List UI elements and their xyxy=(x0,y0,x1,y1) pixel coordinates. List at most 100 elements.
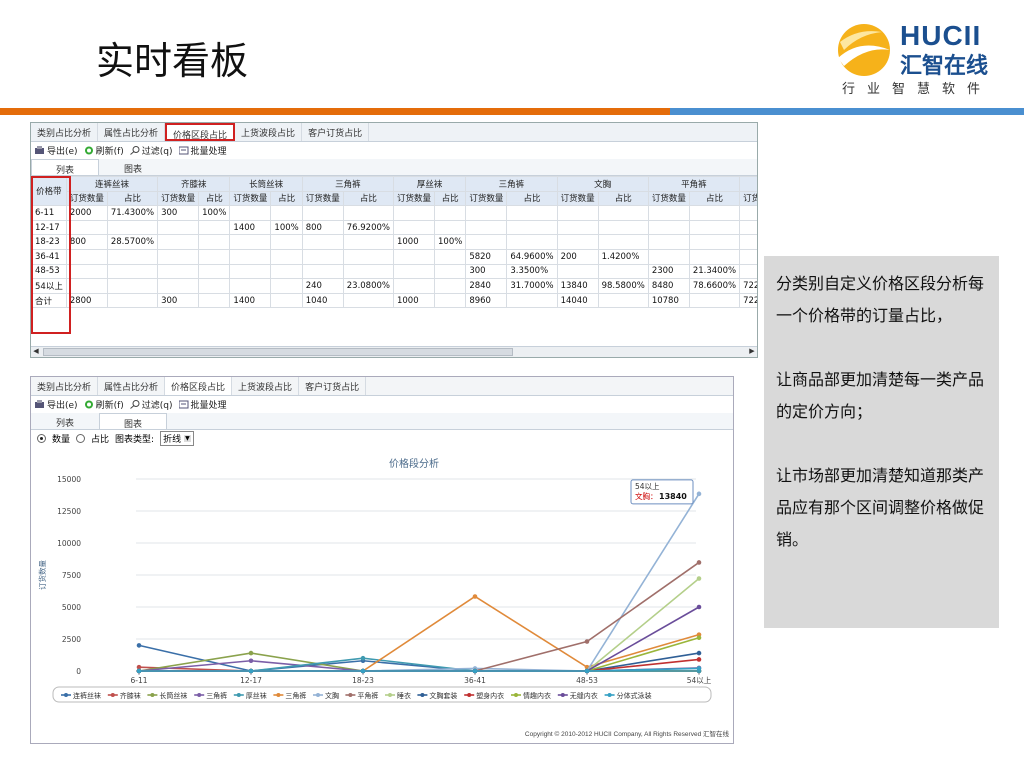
table-cell xyxy=(106,278,159,294)
table-cell xyxy=(392,278,436,294)
legend-label: 文胸 xyxy=(325,691,339,700)
refresh-icon xyxy=(84,146,94,155)
scroll-left-icon[interactable]: ◀ xyxy=(31,347,41,357)
price-band-table-wrap: 价格带连裤丝袜齐膝袜长筒丝袜三角裤厚丝袜三角裤文胸平角裤睡衣订货数量占比订货数量… xyxy=(31,175,757,334)
batch-button-2[interactable]: 批量处理 xyxy=(178,398,227,411)
table-cell: 1400 xyxy=(229,292,272,309)
explanation-note: 分类别自定义价格区段分析每一个价格带的订量占比， 让商品部更加清楚每一类产品的定… xyxy=(764,256,999,628)
sub-header: 订货数量 xyxy=(556,190,599,207)
scroll-right-icon[interactable]: ▶ xyxy=(747,347,757,357)
row-band-label: 48-53 xyxy=(31,263,67,280)
refresh-button-2[interactable]: 刷新(f) xyxy=(84,398,124,411)
tab-price-band-2[interactable]: 价格区段占比 xyxy=(165,377,233,395)
series-point xyxy=(136,668,142,674)
table-cell xyxy=(229,234,272,250)
table-cell: 300 xyxy=(157,292,200,309)
tab-customer-2[interactable]: 客户订货占比 xyxy=(299,377,367,395)
table-cell: 100% xyxy=(270,219,303,236)
export-button[interactable]: 导出(e) xyxy=(35,144,78,157)
batch-button[interactable]: 批量处理 xyxy=(178,144,227,157)
table-cell: 8960 xyxy=(465,292,508,309)
tab-category[interactable]: 类别占比分析 xyxy=(31,123,99,141)
export-icon xyxy=(35,400,45,409)
legend-marker xyxy=(560,693,565,697)
table-row[interactable]: 36-41 5820 64.9600% 200 1.4200% xyxy=(31,248,757,265)
table-cell xyxy=(270,278,303,294)
y-tick-label: 5000 xyxy=(62,603,81,612)
toolbar: 导出(e) 刷新(f) 过滤(q) 批量处理 xyxy=(31,142,757,159)
subtab-list[interactable]: 列表 xyxy=(31,159,99,176)
table-cell xyxy=(433,292,467,309)
tab-category-2[interactable]: 类别占比分析 xyxy=(31,377,99,395)
table-cell: 100% xyxy=(433,234,467,250)
legend-marker xyxy=(64,693,68,697)
radio-qty[interactable] xyxy=(37,433,46,443)
table-cell xyxy=(597,219,649,236)
x-tick-label: 18-23 xyxy=(352,676,374,685)
sub-header: 订货数量 xyxy=(301,190,344,207)
table-row[interactable]: 18-23 800 28.5700% 1000 100% xyxy=(31,234,757,250)
table-row[interactable]: 48-53 300 3.3500% 2300 21.3400% xyxy=(31,263,757,280)
tab-wave[interactable]: 上货波段占比 xyxy=(235,123,303,141)
table-cell xyxy=(270,292,303,309)
horizontal-scrollbar[interactable]: ◀ ▶ xyxy=(31,346,757,357)
row-band-label: 合计 xyxy=(31,292,67,309)
tab-wave-2[interactable]: 上货波段占比 xyxy=(232,377,300,395)
series-point xyxy=(248,650,254,656)
table-cell xyxy=(556,205,599,221)
table-cell: 28.5700% xyxy=(106,234,159,250)
refresh-button[interactable]: 刷新(f) xyxy=(84,144,124,157)
table-cell xyxy=(688,219,741,236)
table-cell: 13840 xyxy=(556,278,599,294)
subtab-chart[interactable]: 图表 xyxy=(99,159,167,175)
table-cell: 1000 xyxy=(392,234,436,250)
chart-panel: 类别占比分析 属性占比分析 价格区段占比 上货波段占比 客户订货占比 导出(e)… xyxy=(30,376,734,744)
table-cell: 200 xyxy=(556,248,599,265)
sub-header: 订货数量 xyxy=(647,190,690,207)
table-cell xyxy=(688,205,741,221)
table-cell xyxy=(597,263,649,280)
table-cell: 1000 xyxy=(392,292,436,309)
chart-type-label: 图表类型: xyxy=(115,434,155,445)
sub-header: 占比 xyxy=(270,190,303,207)
subtab-chart-2[interactable]: 图表 xyxy=(99,413,167,430)
filter-button[interactable]: 过滤(q) xyxy=(129,144,173,157)
table-row[interactable]: 6-11 2000 71.4300% 300 100% xyxy=(31,205,757,221)
table-row[interactable]: 12-17 1400 100% 800 76.9200% xyxy=(31,219,757,236)
table-cell: 240 xyxy=(301,278,344,294)
table-cell xyxy=(157,278,200,294)
table-cell: 1.4200% xyxy=(597,248,649,265)
scrollbar-thumb[interactable] xyxy=(43,348,513,356)
table-cell: 2000 xyxy=(65,205,108,221)
tab-attribute[interactable]: 属性占比分析 xyxy=(98,123,166,141)
sub-header: 订货数量 xyxy=(229,190,272,207)
series-point xyxy=(696,666,702,671)
table-row[interactable]: 合计2800 300 1400 1040 1000 8960 14040 10780 7225 xyxy=(31,292,757,309)
chart-type-select[interactable]: 折线 ▼ xyxy=(160,430,194,446)
logo-sun-icon xyxy=(838,24,890,76)
table-cell xyxy=(157,234,200,250)
table-cell xyxy=(556,234,599,250)
tab-customer[interactable]: 客户订货占比 xyxy=(302,123,370,141)
table-cell xyxy=(198,263,231,280)
legend-label: 长筒丝袜 xyxy=(159,691,187,700)
table-cell: 800 xyxy=(65,234,108,250)
view-subtabs-2: 列表 图表 xyxy=(31,413,733,430)
table-row[interactable]: 54以上 240 23.0800% 2840 31.7000% 13840 98.5800%… xyxy=(31,278,757,294)
header-band-blue xyxy=(670,108,1024,115)
tab-price-band[interactable]: 价格区段占比 xyxy=(165,123,236,141)
series-point xyxy=(360,655,366,661)
tab-attribute-2[interactable]: 属性占比分析 xyxy=(98,377,166,395)
y-tick-label: 12500 xyxy=(57,507,81,516)
legend-label: 平角裤 xyxy=(357,691,378,700)
tooltip-series: 文胸： xyxy=(635,491,658,501)
table-cell: 31.7000% xyxy=(506,278,558,294)
radio-pct[interactable] xyxy=(76,433,86,443)
tooltip-category: 54以上 xyxy=(635,482,660,491)
table-cell: 100% xyxy=(198,205,231,221)
row-header-price-band: 价格带 xyxy=(31,175,67,207)
export-button-2[interactable]: 导出(e) xyxy=(35,398,78,411)
subtab-list-2[interactable]: 列表 xyxy=(31,413,99,429)
table-cell xyxy=(301,248,344,265)
filter-button-2[interactable]: 过滤(q) xyxy=(129,398,173,411)
